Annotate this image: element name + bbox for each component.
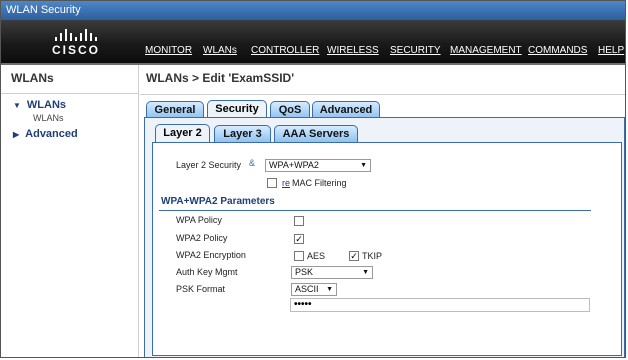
- auth-key-mgmt-value: PSK: [295, 267, 314, 277]
- menu-controller[interactable]: CONTROLLER: [251, 45, 319, 56]
- menu-monitor[interactable]: MONITOR: [145, 45, 192, 56]
- expanded-arrow-icon: ▼: [13, 101, 21, 110]
- sidebar-item-advanced[interactable]: ▶ Advanced: [13, 128, 78, 140]
- wpa-section-title: WPA+WPA2 Parameters: [161, 196, 275, 207]
- wpa-policy-checkbox[interactable]: [294, 216, 304, 226]
- dropdown-caret-icon: ▼: [360, 162, 367, 169]
- aes-checkbox[interactable]: [294, 251, 304, 261]
- layer2-panel: [152, 142, 622, 356]
- layer2-security-label: Layer 2 Security: [176, 160, 242, 170]
- auth-key-mgmt-label: Auth Key Mgmt: [176, 267, 238, 277]
- collapsed-arrow-icon: ▶: [13, 130, 20, 139]
- tab-layer3[interactable]: Layer 3: [214, 125, 271, 142]
- psk-format-select[interactable]: ASCII ▼: [291, 283, 337, 296]
- tab-advanced[interactable]: Advanced: [312, 101, 380, 118]
- aes-label: AES: [307, 251, 326, 261]
- cisco-bars-icon: [46, 28, 106, 41]
- tab-general[interactable]: General: [146, 101, 204, 118]
- tab-layer2[interactable]: Layer 2: [155, 124, 210, 142]
- window-title: WLAN Security: [1, 1, 625, 20]
- mac-filtering-marker: re: [282, 178, 291, 188]
- psk-password-input[interactable]: •••••: [290, 298, 590, 312]
- dropdown-caret-icon: ▼: [326, 286, 333, 293]
- wpa-section-divider: [159, 210, 591, 211]
- main-menu: MONITOR WLANs CONTROLLER WIRELESS SECURI…: [1, 45, 625, 59]
- psk-format-value: ASCII: [295, 284, 319, 294]
- dropdown-caret-icon: ▼: [362, 269, 369, 276]
- tab-aaa-servers[interactable]: AAA Servers: [274, 125, 358, 142]
- wpa2-policy-checkbox[interactable]: ✓: [294, 234, 304, 244]
- mac-filtering-label: MAC Filtering: [292, 178, 347, 188]
- layer2-security-value: WPA+WPA2: [269, 160, 319, 170]
- menu-commands[interactable]: COMMANDS: [528, 45, 587, 56]
- sidebar-item-wlans[interactable]: ▼ WLANs: [13, 99, 66, 111]
- sidebar-subitem-wlans[interactable]: WLANs: [33, 113, 64, 123]
- sidebar-item-label: Advanced: [25, 128, 78, 140]
- tab-security[interactable]: Security: [207, 100, 267, 118]
- menu-wireless[interactable]: WIRELESS: [327, 45, 379, 56]
- sidebar-title: WLANs: [1, 65, 138, 94]
- sidebar: WLANs ▼ WLANs WLANs ▶ Advanced: [1, 65, 139, 357]
- breadcrumb-divider: [140, 94, 625, 95]
- breadcrumb: WLANs > Edit 'ExamSSID': [146, 71, 295, 85]
- menu-security[interactable]: SECURITY: [390, 45, 441, 56]
- psk-format-label: PSK Format: [176, 284, 226, 294]
- wpa2-encryption-label: WPA2 Encryption: [176, 250, 246, 260]
- top-navigation: CISCO MONITOR WLANs CONTROLLER WIRELESS …: [1, 20, 625, 65]
- menu-wlans[interactable]: WLANs: [203, 45, 237, 56]
- tkip-checkbox[interactable]: ✓: [349, 251, 359, 261]
- tab-qos[interactable]: QoS: [270, 101, 310, 118]
- wpa2-policy-label: WPA2 Policy: [176, 233, 228, 243]
- menu-management[interactable]: MANAGEMENT: [450, 45, 522, 56]
- mac-filtering-checkbox[interactable]: [267, 178, 277, 188]
- auth-key-mgmt-select[interactable]: PSK ▼: [291, 266, 373, 279]
- app-window: WLAN Security CISCO MONITOR WLANs CONTRO…: [0, 0, 626, 358]
- sidebar-item-label: WLANs: [26, 99, 67, 111]
- layer2-security-marker: &: [249, 158, 256, 168]
- layer2-security-select[interactable]: WPA+WPA2 ▼: [265, 159, 371, 172]
- menu-help[interactable]: HELP: [598, 45, 624, 56]
- wpa-policy-label: WPA Policy: [176, 215, 222, 225]
- tkip-label: TKIP: [362, 251, 383, 261]
